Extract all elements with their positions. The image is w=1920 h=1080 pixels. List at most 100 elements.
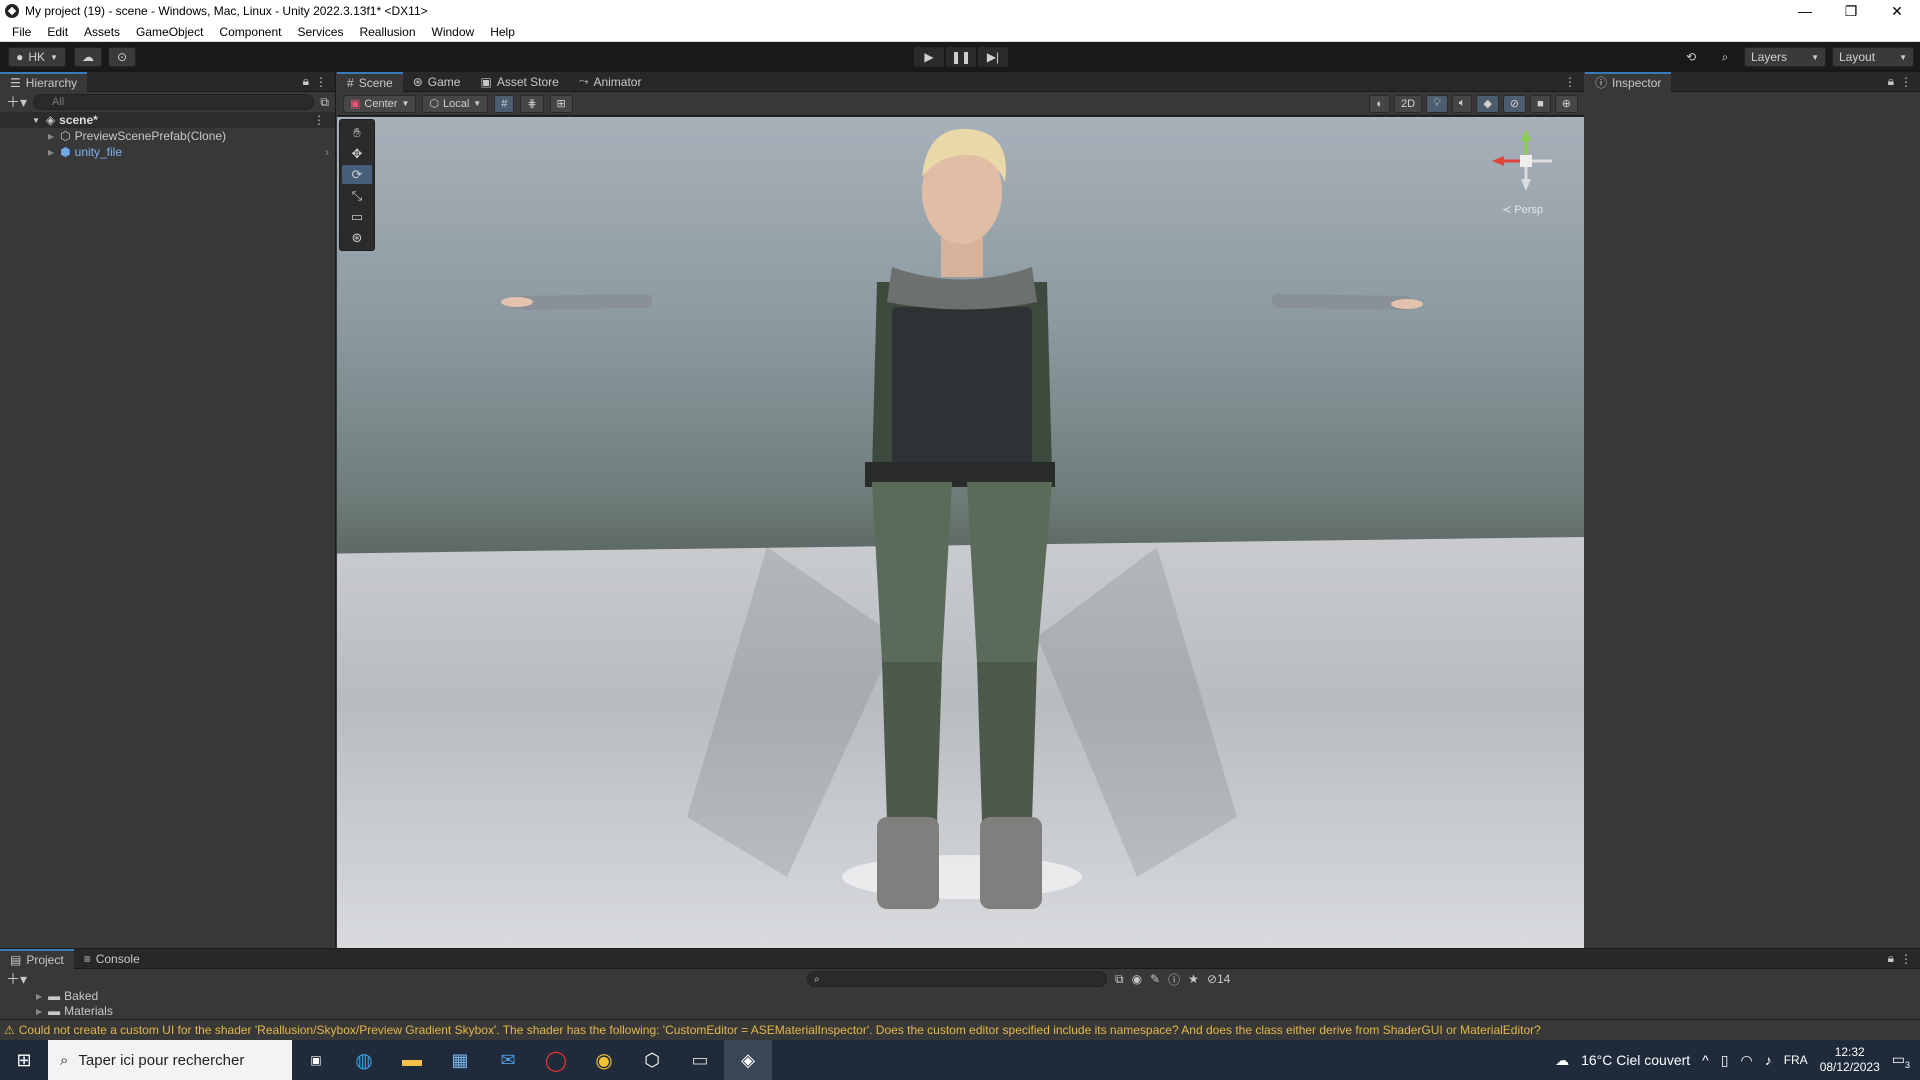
save-search-icon[interactable]: ⧉ [1115,972,1124,987]
taskbar-unity[interactable]: ◈ [724,1040,772,1080]
hierarchy-search-input[interactable]: All [33,94,315,110]
filter-label-icon[interactable]: ✎ [1150,972,1160,986]
rect-tool-icon[interactable]: ▭ [342,207,372,226]
more-menu-icon[interactable]: ⋮ [315,75,327,89]
taskbar-edge[interactable]: ◍ [340,1040,388,1080]
tab-game[interactable]: ⊛ Game [403,72,471,92]
weather-text[interactable]: 16°C Ciel couvert [1581,1052,1690,1068]
step-button[interactable]: ▶| [978,47,1008,67]
taskbar-unity-hub[interactable]: ⬡ [628,1040,676,1080]
hierarchy-item[interactable]: ▶ ⬡ PreviewScenePrefab(Clone) [0,128,335,144]
lighting-toggle[interactable]: 💡︎ [1426,94,1448,113]
tab-hierarchy[interactable]: ☰ Hierarchy [0,71,88,92]
hierarchy-item[interactable]: ▶ ⬢ unity_file › [0,144,335,160]
language-indicator[interactable]: FRA [1784,1053,1808,1067]
space-dropdown[interactable]: ⬡ Local ▼ [422,94,489,113]
close-button[interactable]: ✕ [1874,0,1920,22]
task-view-button[interactable]: ▣ [292,1040,340,1080]
status-bar[interactable]: ⚠ Could not create a custom UI for the s… [0,1019,1920,1039]
hierarchy-item-label: unity_file [74,145,123,159]
chevron-right-icon[interactable]: › [325,145,329,159]
tab-scene[interactable]: # Scene [337,71,403,92]
play-button[interactable]: ▶ [914,47,944,67]
taskbar-mail[interactable]: ✉ [484,1040,532,1080]
menu-window[interactable]: Window [424,25,483,39]
chevron-down-icon: ▼ [1899,52,1907,62]
perspective-label[interactable]: ≺ Persp [1502,203,1543,216]
scene-visibility-icon[interactable]: ⧉ [320,95,329,110]
more-menu-icon[interactable]: ⋮ [1564,75,1576,89]
snap-toggle[interactable]: ⋕ [520,94,544,113]
tree-item[interactable]: ▶ ▬ Materials [36,1003,1920,1019]
menu-help[interactable]: Help [482,25,523,39]
notification-icon[interactable]: ▭3 [1892,1051,1910,1070]
menu-file[interactable]: File [4,25,39,39]
pause-button[interactable]: ❚❚ [946,47,976,67]
hidden-packages-icon[interactable]: ⊘ [1207,972,1217,986]
tab-animator[interactable]: ⤳ Animator [569,72,652,92]
volume-icon[interactable]: ♪ [1765,1052,1772,1068]
filter-type-icon[interactable]: ◉ [1132,972,1142,986]
gizmos-dropdown[interactable]: ⊕ [1554,94,1578,113]
effects-dropdown[interactable]: ◆ [1476,94,1499,113]
menu-services[interactable]: Services [289,25,351,39]
increment-toggle[interactable]: ⊞ [549,94,573,113]
add-icon[interactable]: ＋▾ [6,969,27,989]
scale-tool-icon[interactable]: ⤡ [342,186,372,205]
layers-dropdown[interactable]: Layers ▼ [1744,47,1826,67]
taskbar-opera[interactable]: ◯ [532,1040,580,1080]
scene-row[interactable]: ▼ ◈ scene* ⋮ [0,112,335,128]
project-search-input[interactable]: ⌕ [807,971,1108,987]
taskbar-store[interactable]: ▦ [436,1040,484,1080]
chevron-up-icon[interactable]: ^ [1702,1052,1709,1068]
account-dropdown[interactable]: ● HK ▼ [8,47,66,67]
tab-console[interactable]: ≡ Console [74,949,150,969]
more-menu-icon[interactable]: ⋮ [313,113,325,127]
minimize-button[interactable]: — [1782,0,1828,22]
menu-gameobject[interactable]: GameObject [128,25,211,39]
menu-component[interactable]: Component [211,25,289,39]
battery-icon[interactable]: ▯ [1721,1052,1729,1069]
warning-filter-icon[interactable]: ⓘ [1168,971,1180,988]
audio-toggle[interactable]: 🔈︎ [1451,94,1473,113]
collab-button[interactable]: ⊙ [108,47,136,67]
cloud-button[interactable]: ☁ [74,47,102,67]
lock-icon[interactable]: 🔒︎ [303,74,309,89]
grid-toggle[interactable]: # [494,94,515,113]
pivot-dropdown[interactable]: ▣ Center ▼ [343,94,417,113]
taskbar-app[interactable]: ▭ [676,1040,724,1080]
tab-inspector[interactable]: ⓘ Inspector [1585,71,1672,92]
transform-tool-icon[interactable]: ⊛ [342,228,372,247]
taskbar-search[interactable]: ⌕ Taper ici pour rechercher [48,1040,292,1080]
camera-dropdown[interactable]: ■ [1530,94,1551,113]
menu-assets[interactable]: Assets [76,25,128,39]
clock[interactable]: 12:32 08/12/2023 [1820,1045,1880,1075]
rotate-tool-icon[interactable]: ⟳ [342,165,372,184]
taskbar-explorer[interactable]: ▬ [388,1040,436,1080]
orientation-gizmo[interactable]: ≺ Persp [1486,123,1566,223]
lock-icon[interactable]: 🔒︎ [1888,951,1894,966]
shading-dropdown[interactable]: ◐ [1369,94,1391,113]
search-button[interactable]: ⌕ [1712,47,1738,67]
add-icon[interactable]: ＋▾ [6,92,27,112]
history-button[interactable]: ⟲ [1678,47,1704,67]
tab-project[interactable]: ▤ Project [0,948,74,969]
tree-item[interactable]: ▶ ▬ Baked [36,989,1920,1003]
lock-icon[interactable]: 🔒︎ [1888,74,1894,89]
start-button[interactable]: ⊞ [0,1040,48,1080]
move-tool-icon[interactable]: ✥ [342,144,372,163]
hand-tool-icon[interactable]: ✋︎ [342,123,372,142]
favorite-icon[interactable]: ★ [1188,972,1199,986]
tab-asset-store[interactable]: ▣ Asset Store [470,72,568,92]
maximize-button[interactable]: ❐ [1828,0,1874,22]
menu-reallusion[interactable]: Reallusion [351,25,423,39]
more-menu-icon[interactable]: ⋮ [1900,952,1912,966]
taskbar-chrome[interactable]: ◉ [580,1040,628,1080]
hidden-objects-toggle[interactable]: ⊘ [1502,94,1527,113]
scene-viewport[interactable]: ✋︎ ✥ ⟳ ⤡ ▭ ⊛ ≺ Persp [337,117,1584,948]
layout-dropdown[interactable]: Layout ▼ [1832,47,1914,67]
toggle-2d-button[interactable]: 2D [1394,94,1423,113]
menu-edit[interactable]: Edit [39,25,76,39]
wifi-icon[interactable]: ◠ [1740,1052,1752,1069]
more-menu-icon[interactable]: ⋮ [1900,75,1912,89]
